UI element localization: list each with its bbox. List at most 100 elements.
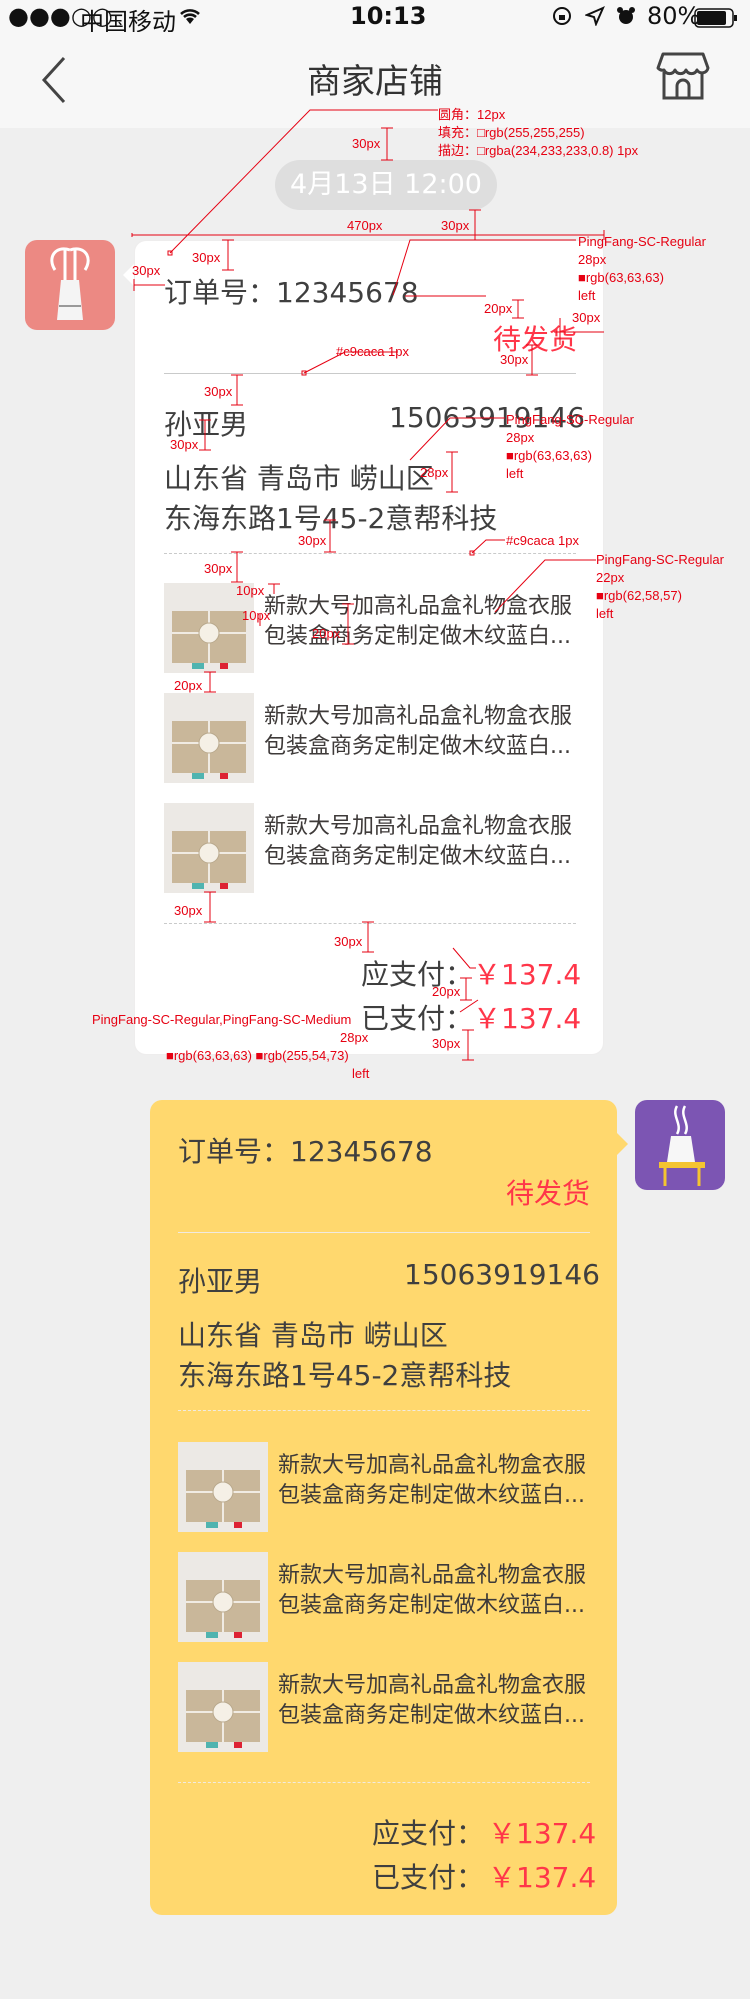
annotation: 22px: [596, 570, 625, 585]
annotation: 20px: [174, 678, 203, 693]
annotation: 30px: [432, 1036, 461, 1051]
order-number: 订单号：12345678: [178, 1135, 433, 1168]
annotation: ■rgb(63,63,63) ■rgb(255,54,73): [166, 1048, 349, 1063]
annotation: #c9caca 1px: [506, 533, 579, 548]
annotation: PingFang-SC-Regular: [506, 412, 634, 427]
annotation: 填充：□rgb(255,255,255): [438, 125, 585, 140]
annotation: 10px: [236, 583, 265, 598]
clock: 10:13: [350, 2, 427, 30]
location-icon: [584, 4, 605, 32]
annotation: PingFang-SC-Regular: [596, 552, 724, 567]
wifi-icon: [178, 4, 202, 32]
vase-icon: [50, 247, 90, 320]
gift-box-image: [172, 721, 246, 779]
lock-rotation-icon: [552, 4, 572, 32]
merchant-avatar[interactable]: [25, 240, 115, 330]
alarm-icon: [616, 4, 636, 32]
annotation: 10px: [242, 608, 271, 623]
amount-paid-label: 已支付：: [361, 1002, 474, 1035]
annotation: 30px: [204, 384, 233, 399]
annotation: left: [578, 288, 596, 303]
annotation: 20px: [484, 301, 513, 316]
amount-paid-value: ￥137.4: [473, 1002, 582, 1035]
annotation: 30px: [174, 903, 203, 918]
order-number: 订单号：12345678: [164, 276, 419, 309]
annotation: ■rgb(63,63,63): [506, 448, 592, 463]
annotation: PingFang-SC-Regular: [578, 234, 706, 249]
annotation: ■rgb(63,63,63): [578, 270, 664, 285]
annotation: 30px: [204, 561, 233, 576]
annotation: 28px: [506, 430, 535, 445]
annotation: 28px: [420, 465, 449, 480]
amount-due-value: ￥137.4: [473, 958, 582, 991]
product-title-line-2: 包装盒商务定制定做木纹蓝白...: [264, 734, 571, 759]
bubble-tail: [617, 1133, 628, 1155]
annotation: left: [506, 466, 524, 481]
page-title: 商家店铺: [307, 62, 443, 102]
gift-box-image: [186, 1470, 260, 1528]
annotation: left: [352, 1066, 370, 1081]
annotation: 20px: [312, 626, 341, 641]
annotation: 20px: [432, 984, 461, 999]
annotation: 30px: [132, 263, 161, 278]
annotation: 30px: [352, 136, 381, 151]
annotation: 圆角：12px: [438, 107, 506, 122]
address-line-2: 东海东路1号45-2意帮科技: [178, 1359, 512, 1392]
product-title-line-1: 新款大号加高礼品盒礼物盒衣服: [278, 1563, 587, 1588]
product-title-line-1: 新款大号加高礼品盒礼物盒衣服: [278, 1673, 587, 1698]
product-thumbnail: [164, 803, 254, 893]
amount-paid-value: ￥137.4: [488, 1861, 597, 1894]
annotation: 28px: [340, 1030, 369, 1045]
gift-box-image: [186, 1690, 260, 1748]
product-thumbnail: [164, 693, 254, 783]
recipient-name: 孙亚男: [178, 1265, 263, 1298]
annotation: 30px: [192, 250, 221, 265]
product-title-line-2: 包装盒商务定制定做木纹蓝白...: [278, 1703, 585, 1728]
product-title-line-1: 新款大号加高礼品盒礼物盒衣服: [264, 594, 573, 619]
annotation: 470px: [347, 218, 383, 233]
nav-bar: 商家店铺: [0, 32, 750, 128]
order-card-sent[interactable]: 订单号：12345678 待发货 孙亚男 15063919146 山东省 青岛市…: [150, 1100, 617, 1915]
annotation: 30px: [500, 352, 529, 367]
product-thumbnail: [178, 1442, 268, 1532]
divider: [164, 373, 576, 374]
lamp-icon: [659, 1105, 705, 1186]
divider-dashed: [164, 923, 576, 924]
product-title-line-2: 包装盒商务定制定做木纹蓝白...: [264, 624, 571, 649]
product-title-line-1: 新款大号加高礼品盒礼物盒衣服: [264, 704, 573, 729]
status-bar: ●●●○○ 中国移动 10:13 80%: [0, 0, 750, 36]
annotation: 30px: [334, 934, 363, 949]
address-line-1: 山东省 青岛市 崂山区: [178, 1319, 448, 1352]
annotation: 30px: [441, 218, 470, 233]
annotation: ■rgb(62,58,57): [596, 588, 682, 603]
annotation: 描边：□rgba(234,233,233,0.8) 1px: [438, 143, 639, 158]
gift-box-image: [186, 1580, 260, 1638]
annotation: 30px: [170, 437, 199, 452]
annotation: 28px: [578, 252, 607, 267]
divider-dashed: [178, 1410, 590, 1411]
order-status: 待发货: [506, 1177, 591, 1210]
amount-paid-label: 已支付：: [372, 1861, 485, 1894]
annotation: 30px: [572, 310, 601, 325]
product-thumbnail: [178, 1662, 268, 1752]
address-line-2: 东海东路1号45-2意帮科技: [164, 502, 498, 535]
divider-dashed: [178, 1782, 590, 1783]
gift-box-image: [172, 831, 246, 889]
store-icon: [656, 52, 710, 100]
message-timestamp: 4月13日 12:00: [275, 160, 497, 210]
product-title-line-2: 包装盒商务定制定做木纹蓝白...: [278, 1483, 585, 1508]
shop-button[interactable]: [655, 50, 711, 104]
order-card-received[interactable]: 订单号：12345678 待发货 孙亚男 15063919146 山东省 青岛市…: [134, 240, 604, 1055]
annotation: left: [596, 606, 614, 621]
recipient-phone: 15063919146: [404, 1258, 600, 1291]
annotation: 30px: [298, 533, 327, 548]
product-title-line-2: 包装盒商务定制定做木纹蓝白...: [264, 844, 571, 869]
product-thumbnail: [178, 1552, 268, 1642]
product-title-line-1: 新款大号加高礼品盒礼物盒衣服: [278, 1453, 587, 1478]
divider: [178, 1232, 590, 1233]
product-title-line-2: 包装盒商务定制定做木纹蓝白...: [278, 1593, 585, 1618]
user-avatar[interactable]: [635, 1100, 725, 1190]
address-line-1: 山东省 青岛市 崂山区: [164, 462, 434, 495]
annotation: PingFang-SC-Regular,PingFang-SC-Medium: [92, 1012, 352, 1027]
product-title-line-1: 新款大号加高礼品盒礼物盒衣服: [264, 814, 573, 839]
